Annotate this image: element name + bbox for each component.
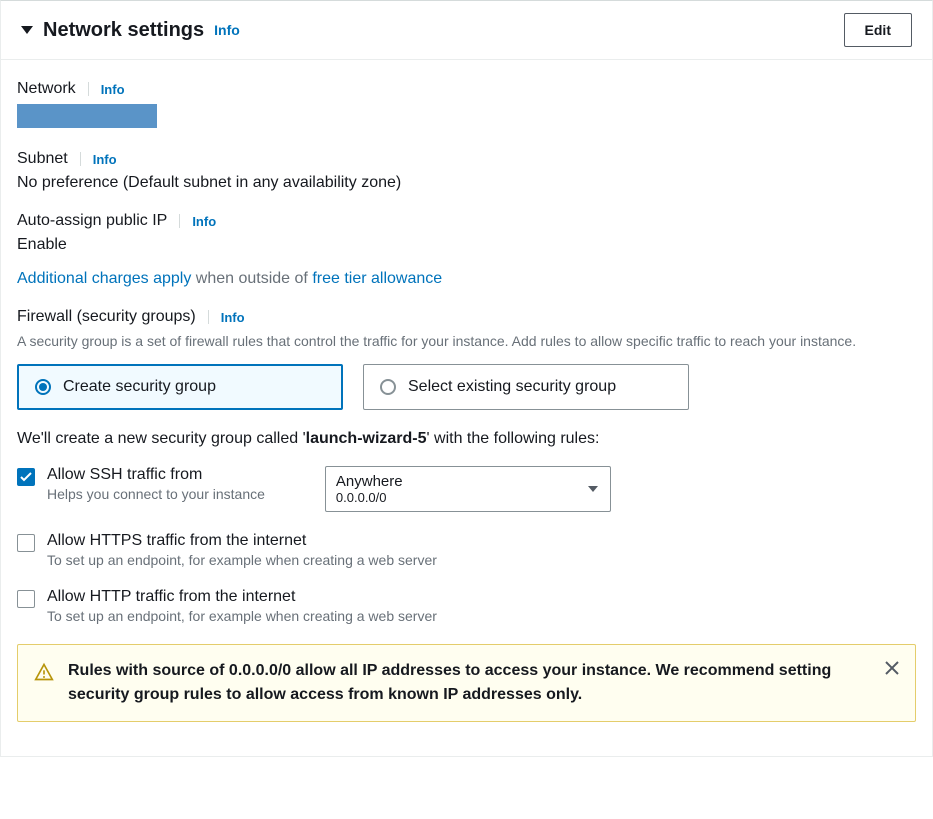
chevron-down-icon	[588, 486, 598, 492]
warning-icon	[34, 662, 54, 685]
sg-name: launch-wizard-5	[306, 430, 427, 447]
close-warning-button[interactable]	[885, 659, 899, 679]
sg-intro-text: We'll create a new security group called…	[17, 430, 916, 448]
subnet-info-link[interactable]: Info	[93, 152, 117, 167]
subnet-field: Subnet Info No preference (Default subne…	[17, 150, 916, 192]
ssh-source-sub: 0.0.0.0/0	[336, 490, 580, 505]
firewall-info-link[interactable]: Info	[221, 310, 245, 325]
open-source-warning: Rules with source of 0.0.0.0/0 allow all…	[17, 644, 916, 722]
allow-ssh-checkbox[interactable]	[17, 468, 35, 486]
network-value-redacted	[17, 104, 157, 128]
separator	[80, 152, 81, 166]
subnet-value: No preference (Default subnet in any ava…	[17, 174, 916, 192]
allow-http-title: Allow HTTP traffic from the internet	[47, 588, 916, 606]
ssh-source-main: Anywhere	[336, 473, 580, 490]
separator	[179, 214, 180, 228]
panel-header: Network settings Info Edit	[1, 1, 932, 60]
warning-text: Rules with source of 0.0.0.0/0 allow all…	[68, 659, 871, 707]
separator	[208, 310, 209, 324]
additional-charges-link[interactable]: Additional charges apply	[17, 270, 191, 287]
auto-assign-label: Auto-assign public IP	[17, 212, 167, 230]
firewall-field: Firewall (security groups) Info A securi…	[17, 308, 916, 722]
firewall-desc: A security group is a set of firewall ru…	[17, 332, 916, 352]
select-existing-security-group-radio[interactable]: Select existing security group	[363, 364, 689, 410]
auto-assign-field: Auto-assign public IP Info Enable Additi…	[17, 212, 916, 288]
allow-https-row: Allow HTTPS traffic from the internet To…	[17, 532, 916, 568]
panel-title: Network settings	[43, 19, 204, 42]
header-info-link[interactable]: Info	[214, 22, 240, 38]
allow-ssh-desc: Helps you connect to your instance	[47, 486, 265, 502]
allow-ssh-row: Allow SSH traffic from Helps you connect…	[17, 466, 916, 512]
create-security-group-radio[interactable]: Create security group	[17, 364, 343, 410]
auto-assign-info-link[interactable]: Info	[192, 214, 216, 229]
auto-assign-value: Enable	[17, 236, 916, 254]
allow-https-checkbox[interactable]	[17, 534, 35, 552]
ssh-source-select[interactable]: Anywhere 0.0.0.0/0	[325, 466, 611, 512]
firewall-label: Firewall (security groups)	[17, 308, 196, 326]
allow-http-row: Allow HTTP traffic from the internet To …	[17, 588, 916, 624]
create-sg-label: Create security group	[63, 378, 216, 396]
allow-http-checkbox[interactable]	[17, 590, 35, 608]
network-label: Network	[17, 80, 76, 98]
free-tier-link[interactable]: free tier allowance	[312, 270, 442, 287]
network-info-link[interactable]: Info	[101, 82, 125, 97]
subnet-label: Subnet	[17, 150, 68, 168]
radio-icon	[35, 379, 51, 395]
outside-text: when outside of	[191, 270, 312, 287]
network-field: Network Info	[17, 80, 916, 128]
select-sg-label: Select existing security group	[408, 378, 616, 396]
allow-https-desc: To set up an endpoint, for example when …	[47, 552, 916, 568]
allow-http-desc: To set up an endpoint, for example when …	[47, 608, 916, 624]
network-settings-panel: Network settings Info Edit Network Info …	[0, 0, 933, 757]
edit-button[interactable]: Edit	[844, 13, 912, 47]
allow-ssh-title: Allow SSH traffic from	[47, 466, 265, 484]
check-icon	[20, 472, 32, 482]
allow-https-title: Allow HTTPS traffic from the internet	[47, 532, 916, 550]
radio-icon	[380, 379, 396, 395]
separator	[88, 82, 89, 96]
collapse-toggle-icon[interactable]	[21, 26, 33, 34]
